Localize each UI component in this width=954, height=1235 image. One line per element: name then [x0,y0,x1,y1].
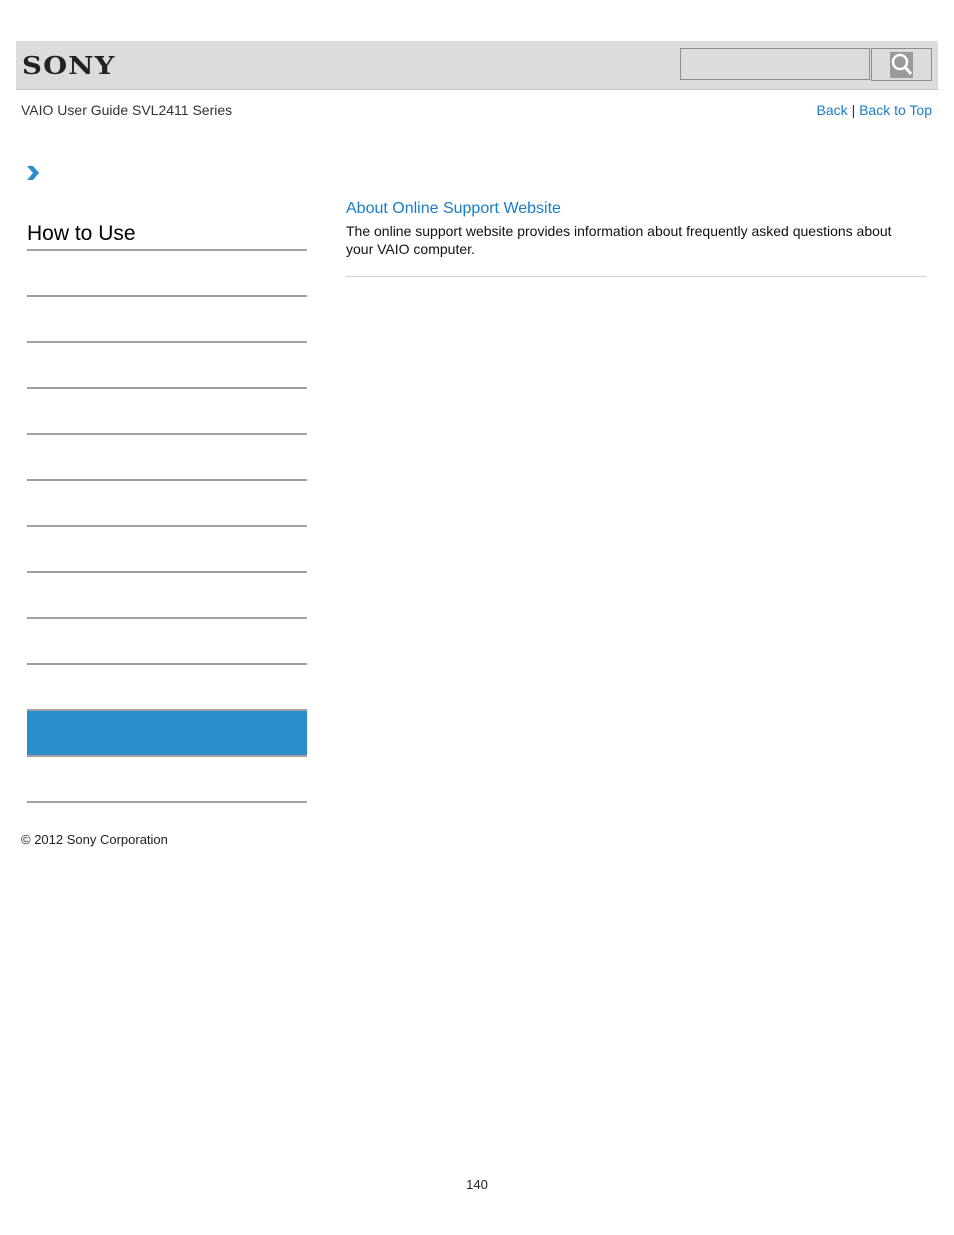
sidebar-item[interactable] [27,709,307,755]
header-bar: SONY [16,41,938,90]
search-icon [890,51,913,78]
copyright: © 2012 Sony Corporation [21,832,168,847]
sidebar-item[interactable] [27,525,307,571]
sidebar-nav [27,249,307,803]
sidebar-item[interactable] [27,755,307,801]
sidebar-divider [27,801,307,803]
chevron-right-icon[interactable] [26,165,40,181]
search-button[interactable] [871,48,932,81]
sidebar-item[interactable] [27,663,307,709]
sidebar-title: How to Use [27,222,136,245]
content-description: The online support website provides info… [346,223,892,257]
page-number: 140 [466,1177,488,1192]
main-content: About Online Support Website The online … [346,200,926,277]
sidebar-item[interactable] [27,295,307,341]
back-to-top-link[interactable]: Back to Top [859,102,932,118]
content-divider [346,276,926,277]
sidebar-item[interactable] [27,571,307,617]
sidebar-item[interactable] [27,249,307,295]
sidebar-item[interactable] [27,617,307,663]
sidebar-item[interactable] [27,433,307,479]
link-separator: | [851,102,856,118]
guide-title: VAIO User Guide SVL2411 Series [21,102,233,118]
back-link[interactable]: Back [817,102,848,118]
sidebar-item[interactable] [27,479,307,525]
sidebar-item[interactable] [27,387,307,433]
sidebar-item[interactable] [27,341,307,387]
about-online-support-link[interactable]: About Online Support Website [346,200,926,218]
top-links: Back | Back to Top [817,102,932,118]
search-input[interactable] [680,48,870,80]
sony-logo: SONY [22,51,116,80]
